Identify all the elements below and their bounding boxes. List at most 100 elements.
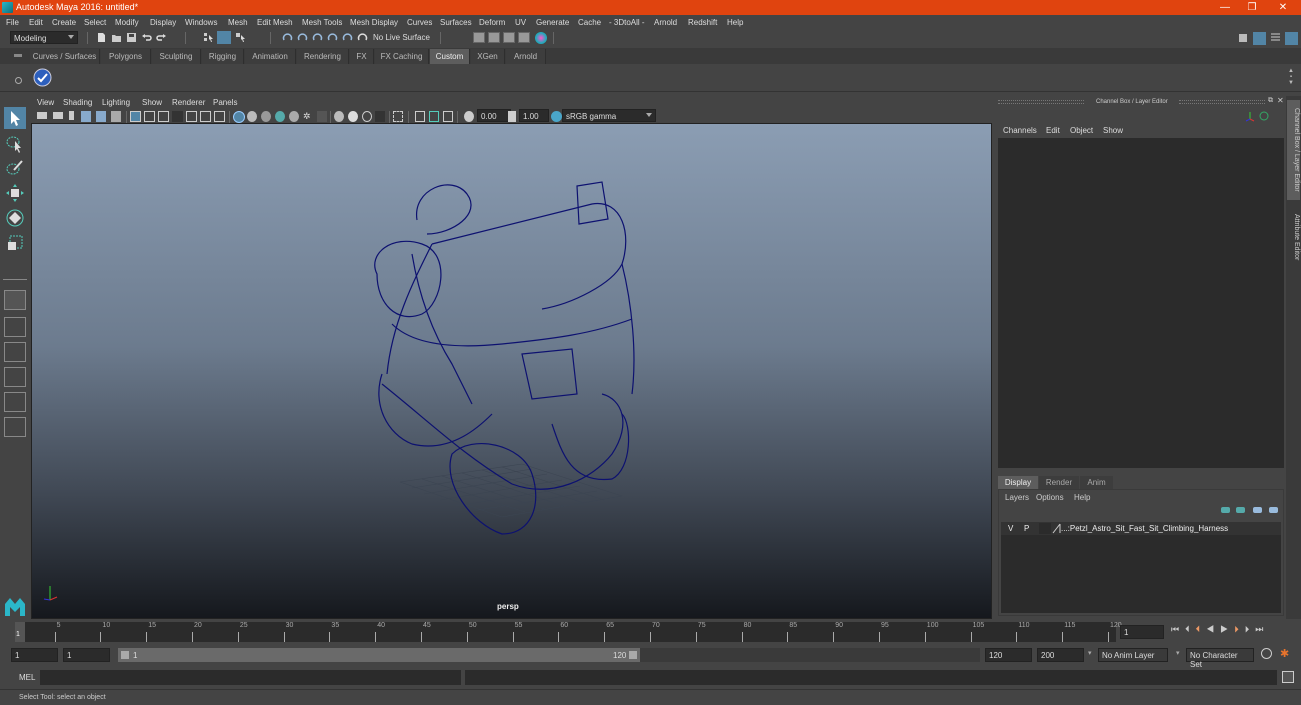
float-panel-icon[interactable]: ⧉ <box>1268 97 1273 105</box>
snap-projected-center-icon[interactable] <box>327 32 338 43</box>
vp-menu-renderer[interactable]: Renderer <box>172 98 205 107</box>
shadows-icon[interactable]: ✲ <box>303 111 313 122</box>
layer-menu-options[interactable]: Options <box>1036 493 1064 502</box>
layer-tab-display[interactable]: Display <box>998 476 1038 489</box>
gate-mask-icon[interactable] <box>172 111 183 122</box>
step-forward-frame-icon[interactable]: ⏵ <box>1245 624 1256 634</box>
range-slider-fill[interactable]: 1 120 <box>118 648 640 662</box>
menu-3dtoall[interactable]: - 3DtoAll - <box>609 18 645 27</box>
character-set-dropdown[interactable]: No Character Set <box>1186 648 1254 669</box>
xray-active-components-icon[interactable] <box>429 111 439 122</box>
go-to-start-icon[interactable]: ⏮ <box>1171 624 1185 634</box>
menu-create[interactable]: Create <box>52 18 76 27</box>
mode-dropdown[interactable]: Modeling <box>10 31 78 44</box>
smooth-shade-icon[interactable] <box>247 111 257 122</box>
snap-curve-icon[interactable] <box>297 32 308 43</box>
film-gate-icon[interactable] <box>144 111 155 122</box>
cb-menu-edit[interactable]: Edit <box>1046 126 1060 135</box>
shelf-tab-animation[interactable]: Animation <box>245 49 296 64</box>
menu-edit-mesh[interactable]: Edit Mesh <box>257 18 293 27</box>
two-pane-layout-button[interactable] <box>4 342 26 362</box>
layout-more-button[interactable] <box>4 442 26 456</box>
safe-title-icon[interactable] <box>214 111 225 122</box>
make-live-icon[interactable] <box>357 32 368 43</box>
tool-settings-icon[interactable] <box>1270 32 1281 43</box>
render-settings-icon[interactable] <box>518 32 530 43</box>
animation-preferences-icon[interactable]: ✱ <box>1280 647 1289 660</box>
channel-box-toggle-icon[interactable] <box>1285 32 1298 45</box>
menu-windows[interactable]: Windows <box>185 18 217 27</box>
chevron-down-icon[interactable]: ▾ <box>1176 649 1180 657</box>
step-forward-key-icon[interactable]: ⏵ <box>1234 624 1245 634</box>
new-empty-layer-icon[interactable] <box>1253 507 1262 513</box>
motion-blur-icon[interactable] <box>334 111 344 122</box>
shelf-tab-fx[interactable]: FX <box>350 49 374 64</box>
wireframe-icon[interactable] <box>233 111 245 123</box>
grease-pencil-icon[interactable] <box>111 111 121 122</box>
shelf-tab-sculpting[interactable]: Sculpting <box>152 49 201 64</box>
vp-menu-lighting[interactable]: Lighting <box>102 98 130 107</box>
image-plane-icon[interactable] <box>81 111 91 122</box>
camera-icon[interactable] <box>37 112 47 119</box>
menu-file[interactable]: File <box>6 18 19 27</box>
command-input[interactable] <box>40 670 461 685</box>
textured-icon[interactable] <box>275 111 285 122</box>
vp-menu-panels[interactable]: Panels <box>213 98 237 107</box>
new-scene-icon[interactable] <box>96 32 107 43</box>
shelf-menu-icon[interactable] <box>14 54 22 57</box>
shelf-tab-custom[interactable]: Custom <box>430 49 470 64</box>
panel-drag-handle[interactable] <box>998 100 1084 104</box>
animation-start-field[interactable]: 1 <box>11 648 58 662</box>
playback-start-field[interactable]: 1 <box>63 648 110 662</box>
grid-icon[interactable] <box>130 111 141 122</box>
custom-shelf-check-icon[interactable] <box>33 68 52 87</box>
persp-hypershade-layout-button[interactable] <box>4 417 26 437</box>
cb-menu-object[interactable]: Object <box>1070 126 1093 135</box>
persp-outliner-layout-button[interactable] <box>4 367 26 387</box>
layer-tab-anim[interactable]: Anim <box>1080 476 1113 489</box>
menu-help[interactable]: Help <box>727 18 743 27</box>
undo-icon[interactable] <box>141 32 152 43</box>
step-back-frame-icon[interactable]: ⏴ <box>1185 624 1196 634</box>
new-layer-selected-icon[interactable] <box>1269 507 1278 513</box>
step-back-key-icon[interactable]: ⏴ <box>1196 624 1207 634</box>
layer-visibility-toggle[interactable]: V <box>1008 524 1013 533</box>
range-slider-track[interactable]: 1 120 <box>118 648 980 662</box>
camera-attributes-icon[interactable] <box>53 112 63 119</box>
minimize-button[interactable]: — <box>1214 1 1236 14</box>
multisample-aa-icon[interactable] <box>348 111 358 122</box>
render-view-icon[interactable] <box>473 32 485 43</box>
side-tab-attribute-editor[interactable]: Attribute Editor <box>1287 206 1300 268</box>
cb-menu-show[interactable]: Show <box>1103 126 1123 135</box>
wireframe-on-shaded-icon[interactable] <box>261 111 271 122</box>
shelf-tab-arnold[interactable]: Arnold <box>506 49 546 64</box>
persp-graph-layout-button[interactable] <box>4 392 26 412</box>
layer-menu-help[interactable]: Help <box>1074 493 1090 502</box>
layer-menu-layers[interactable]: Layers <box>1005 493 1029 502</box>
bookmark-icon[interactable] <box>69 111 74 120</box>
menu-surfaces[interactable]: Surfaces <box>440 18 472 27</box>
depth-of-field-icon[interactable] <box>362 111 372 122</box>
select-object-icon[interactable] <box>217 31 231 44</box>
backface-culling-icon[interactable] <box>443 111 453 122</box>
close-panel-icon[interactable]: ✕ <box>1277 96 1284 105</box>
move-layer-up-icon[interactable] <box>1221 507 1230 513</box>
shelf-settings-icon[interactable] <box>15 77 22 84</box>
shelf-tab-polygons[interactable]: Polygons <box>101 49 151 64</box>
move-layer-down-icon[interactable] <box>1236 507 1245 513</box>
hypershade-icon[interactable] <box>535 32 547 44</box>
vp-menu-view[interactable]: View <box>37 98 54 107</box>
shelf-tab-rendering[interactable]: Rendering <box>297 49 349 64</box>
gamma-field[interactable]: 1.00 <box>519 109 549 122</box>
snap-grid-icon[interactable] <box>282 32 293 43</box>
shelf-scroll-icon[interactable]: ▲ ▪ ▼ <box>1287 68 1295 88</box>
paint-select-tool-button[interactable] <box>4 157 26 179</box>
layer-tab-render[interactable]: Render <box>1039 476 1079 489</box>
menu-generate[interactable]: Generate <box>536 18 569 27</box>
menu-modify[interactable]: Modify <box>115 18 139 27</box>
shelf-tab-xgen[interactable]: XGen <box>471 49 505 64</box>
layer-row[interactable]: V P ...:Petzl_Astro_Sit_Fast_Sit_Climbin… <box>1001 522 1281 535</box>
go-to-end-icon[interactable]: ⏭ <box>1255 624 1269 634</box>
vp-menu-shading[interactable]: Shading <box>63 98 92 107</box>
playback-end-field[interactable]: 120 <box>985 648 1032 662</box>
